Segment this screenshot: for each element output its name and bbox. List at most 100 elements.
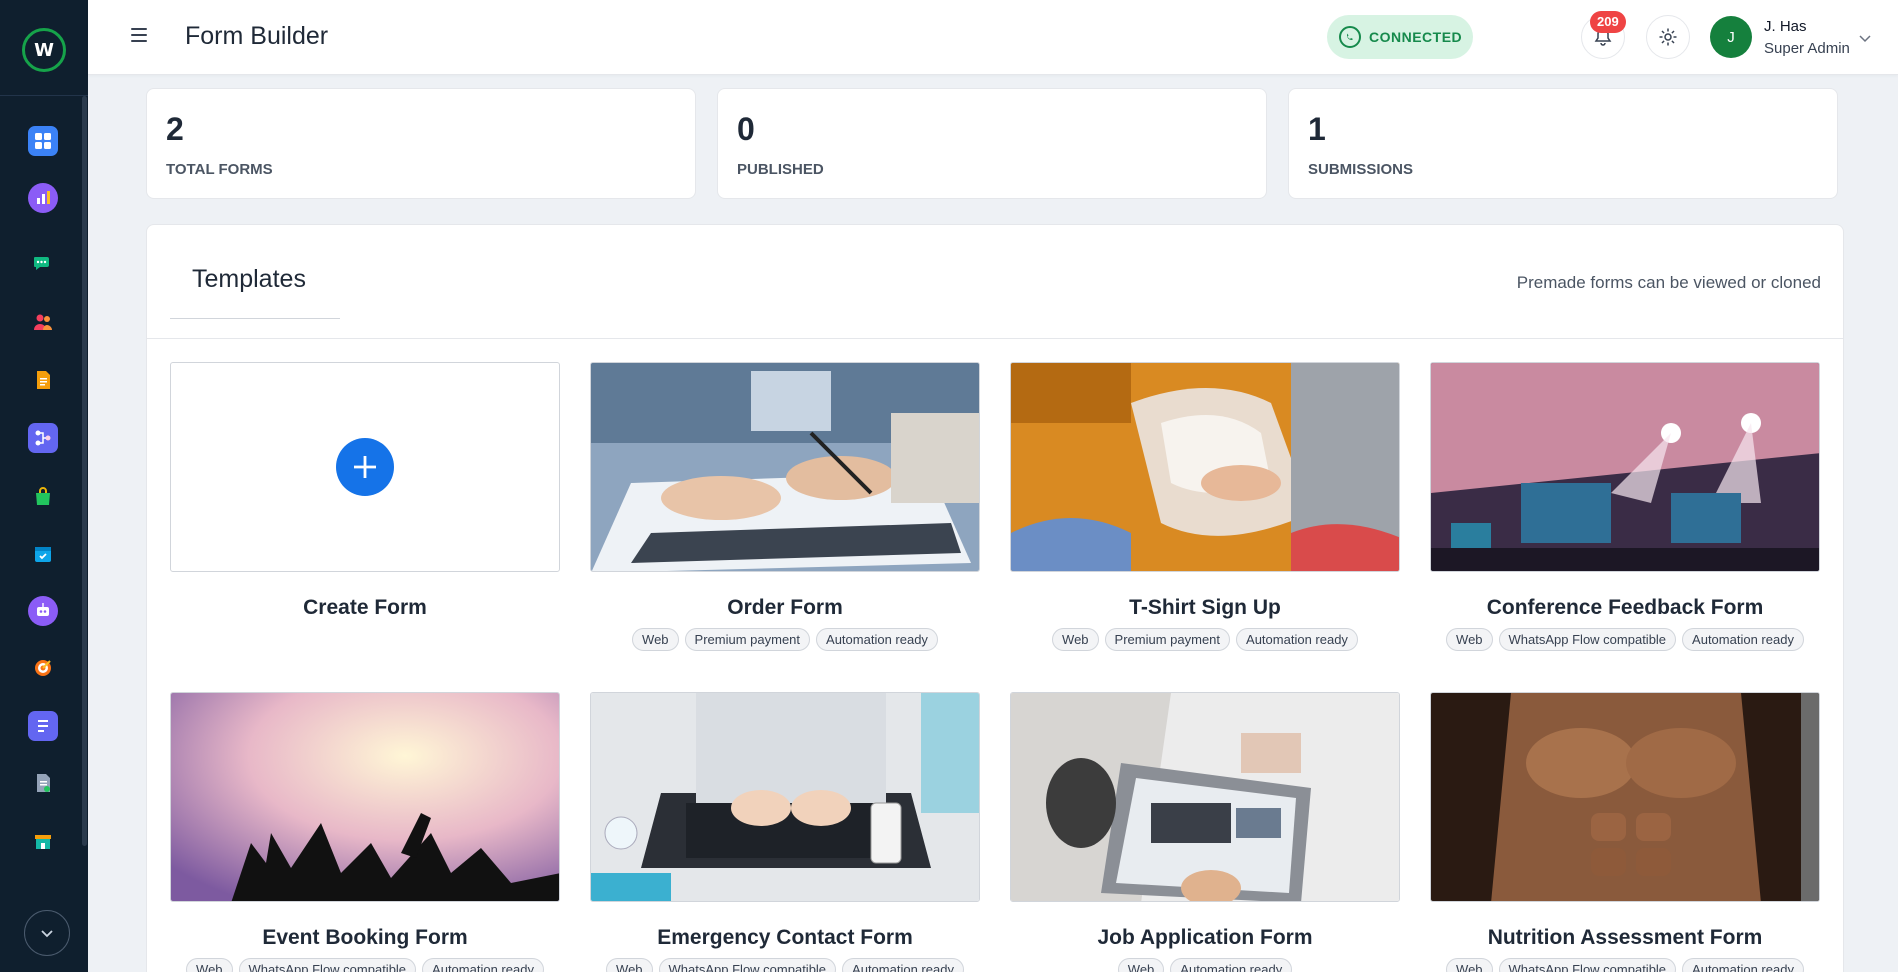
app-logo[interactable]: W [22, 28, 66, 72]
sidebar-item-chat[interactable] [28, 249, 58, 279]
dashboard-icon [35, 133, 51, 149]
connection-status-label: CONNECTED [1369, 29, 1463, 45]
report-icon [37, 774, 50, 792]
user-name[interactable]: J. Has [1764, 18, 1807, 35]
shop-icon [36, 487, 50, 505]
sidebar-item-analytics[interactable] [28, 183, 58, 213]
form-icon [38, 720, 48, 732]
stat-label: PUBLISHED [737, 161, 824, 178]
template-card-job-application-form[interactable]: Job Application Form Web Automation read… [1010, 692, 1400, 972]
plus-icon [354, 456, 376, 478]
template-name[interactable]: Order Form [590, 596, 980, 620]
document-icon [37, 371, 50, 389]
chevron-down-icon [41, 930, 53, 938]
sidebar-item-dashboard[interactable] [28, 126, 58, 156]
chat-icon [34, 257, 49, 270]
tag-automation-ready: Automation ready [1170, 958, 1293, 972]
tag-whatsapp-flow-compatible: WhatsApp Flow compatible [658, 958, 837, 972]
tag-web: Web [1446, 628, 1493, 651]
tag-premium-payment: Premium payment [684, 628, 811, 651]
template-tags: Web Premium payment Automation ready [1010, 628, 1400, 651]
sidebar-item-documents[interactable] [28, 365, 58, 395]
sidebar-item-forms[interactable] [28, 711, 58, 741]
template-card-event-booking-form[interactable]: Event Booking Form Web WhatsApp Flow com… [170, 692, 560, 972]
create-form-card[interactable]: Create Form [170, 362, 560, 620]
settings-button[interactable] [1646, 15, 1690, 59]
template-name[interactable]: Conference Feedback Form [1430, 596, 1820, 620]
create-form-thumbnail[interactable] [170, 362, 560, 572]
menu-toggle-icon[interactable] [131, 28, 147, 42]
sidebar-item-calendar[interactable] [28, 539, 58, 569]
gear-icon [1659, 28, 1677, 46]
templates-separator [147, 338, 1843, 339]
template-card-emergency-contact-form[interactable]: Emergency Contact Form Web WhatsApp Flow… [590, 692, 980, 972]
templates-tab-underline [170, 318, 340, 319]
sidebar-item-flows[interactable] [28, 423, 58, 453]
stat-value: 2 [166, 111, 184, 147]
tag-whatsapp-flow-compatible: WhatsApp Flow compatible [1498, 958, 1677, 972]
template-thumbnail[interactable] [590, 362, 980, 572]
tag-premium-payment: Premium payment [1104, 628, 1231, 651]
template-thumbnail[interactable] [1430, 692, 1820, 902]
calendar-icon [35, 547, 51, 562]
sidebar-item-campaigns[interactable] [28, 653, 58, 683]
template-name[interactable]: Emergency Contact Form [590, 926, 980, 950]
add-form-button[interactable] [336, 438, 394, 496]
tag-web: Web [632, 628, 679, 651]
sidebar: W [0, 0, 88, 972]
connection-status-badge[interactable]: CONNECTED [1327, 15, 1473, 59]
tag-automation-ready: Automation ready [816, 628, 938, 651]
template-name[interactable]: Job Application Form [1010, 926, 1400, 950]
create-form-label[interactable]: Create Form [170, 596, 560, 620]
template-name[interactable]: Event Booking Form [170, 926, 560, 950]
template-card-tshirt-sign-up[interactable]: T-Shirt Sign Up Web Premium payment Auto… [1010, 362, 1400, 651]
user-avatar[interactable]: J [1710, 16, 1752, 58]
contacts-icon [34, 314, 52, 330]
template-card-order-form[interactable]: Order Form Web Premium payment Automatio… [590, 362, 980, 651]
stat-label: SUBMISSIONS [1308, 161, 1414, 178]
template-thumbnail[interactable] [1010, 362, 1400, 572]
template-tags: Web Premium payment Automation ready [590, 628, 980, 651]
templates-panel: Templates Premade forms can be viewed or… [146, 224, 1844, 972]
sidebar-scrollbar[interactable] [82, 96, 87, 846]
template-thumbnail[interactable] [170, 692, 560, 902]
templates-tab[interactable]: Templates [192, 265, 306, 294]
template-thumbnail[interactable] [1430, 362, 1820, 572]
sidebar-item-reports[interactable] [28, 768, 58, 798]
tag-whatsapp-flow-compatible: WhatsApp Flow compatible [238, 958, 417, 972]
stat-card-submissions: 1 SUBMISSIONS [1288, 88, 1838, 199]
sidebar-item-contacts[interactable] [28, 307, 58, 337]
bot-icon [37, 603, 49, 616]
template-card-nutrition-assessment-form[interactable]: Nutrition Assessment Form Web WhatsApp F… [1430, 692, 1820, 972]
sidebar-item-bot[interactable] [28, 596, 58, 626]
analytics-icon [37, 191, 50, 204]
template-tags: Web WhatsApp Flow compatible Automation … [1430, 958, 1820, 972]
stat-card-published: 0 PUBLISHED [717, 88, 1267, 199]
stat-value: 1 [1308, 111, 1326, 147]
stat-card-total-forms: 2 TOTAL FORMS [146, 88, 696, 199]
template-tags: Web WhatsApp Flow compatible Automation … [170, 958, 560, 972]
template-thumbnail[interactable] [590, 692, 980, 902]
top-header: Form Builder CONNECTED 209 J J. Has Supe… [88, 0, 1898, 75]
whatsapp-icon [1339, 26, 1361, 48]
template-thumbnail[interactable] [1010, 692, 1400, 902]
tag-automation-ready: Automation ready [842, 958, 964, 972]
store-icon [35, 835, 51, 849]
sidebar-item-shop[interactable] [28, 481, 58, 511]
stat-label: TOTAL FORMS [166, 161, 273, 178]
tag-web: Web [606, 958, 653, 972]
tag-automation-ready: Automation ready [1236, 628, 1358, 651]
tag-web: Web [1117, 958, 1165, 972]
template-name[interactable]: T-Shirt Sign Up [1010, 596, 1400, 620]
tag-automation-ready: Automation ready [422, 958, 544, 972]
sidebar-item-store[interactable] [28, 826, 58, 856]
sidebar-collapse-button[interactable] [24, 910, 70, 956]
template-name[interactable]: Nutrition Assessment Form [1430, 926, 1820, 950]
tag-whatsapp-flow-compatible: WhatsApp Flow compatible [1498, 628, 1677, 651]
stat-value: 0 [737, 111, 755, 147]
user-menu-chevron-icon[interactable] [1858, 31, 1872, 45]
template-card-conference-feedback-form[interactable]: Conference Feedback Form Web WhatsApp Fl… [1430, 362, 1820, 651]
sidebar-divider [0, 95, 88, 96]
user-role: Super Admin [1764, 40, 1850, 57]
tag-web: Web [186, 958, 233, 972]
